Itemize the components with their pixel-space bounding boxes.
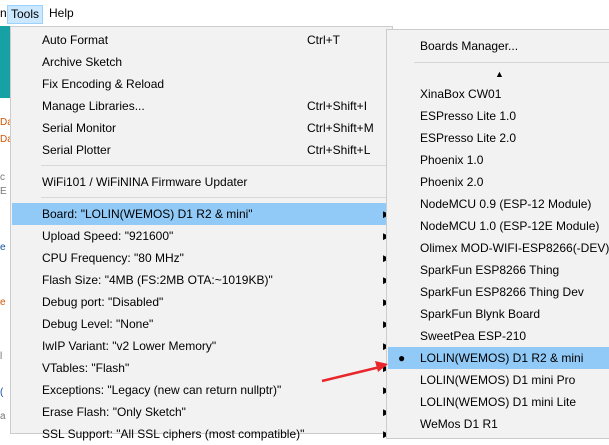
menu-item-label: CPU Frequency: "80 MHz": [42, 251, 184, 265]
menu-item-label: Upload Speed: "921600": [42, 229, 174, 243]
board-option-label: Phoenix 2.0: [420, 175, 484, 189]
board-option-label: XinaBox CW01: [420, 87, 502, 101]
menu-item-debug-level[interactable]: Debug Level: "None" ▶: [12, 313, 391, 335]
menu-item-erase-flash[interactable]: Erase Flash: "Only Sketch" ▶: [12, 401, 391, 423]
board-option-selected[interactable]: ● LOLIN(WEMOS) D1 R2 & mini: [388, 347, 609, 369]
board-option-label: LOLIN(WEMOS) D1 mini Lite: [420, 395, 577, 409]
menu-item-label: SSL Support: "All SSL ciphers (most comp…: [42, 427, 305, 441]
menu-item-iwip-variant[interactable]: IwIP Variant: "v2 Lower Memory" ▶: [12, 335, 391, 357]
board-option[interactable]: NodeMCU 0.9 (ESP-12 Module): [388, 193, 609, 215]
menu-item-archive-sketch[interactable]: Archive Sketch: [12, 51, 391, 73]
code-fragment: Da: [0, 134, 10, 145]
menu-item-label: Debug Level: "None": [42, 317, 154, 331]
menu-item-label: WiFi101 / WiFiNINA Firmware Updater: [42, 175, 248, 189]
menu-help[interactable]: Help: [46, 5, 77, 22]
menu-item-shortcut: Ctrl+T: [307, 33, 340, 47]
menu-item-label: Debug port: "Disabled": [42, 295, 164, 309]
code-fragment: a: [0, 411, 6, 422]
board-option[interactable]: XinaBox CW01: [388, 83, 609, 105]
board-option[interactable]: SparkFun ESP8266 Thing Dev: [388, 281, 609, 303]
board-option-label: WeMos D1 R1: [420, 417, 498, 431]
menu-item-label: Auto Format: [42, 33, 109, 47]
board-option-label: SparkFun Blynk Board: [420, 307, 541, 321]
menu-item-label: Serial Plotter: [42, 143, 111, 157]
menu-item-label: Fix Encoding & Reload: [42, 77, 165, 91]
menu-item-label: Archive Sketch: [42, 55, 123, 69]
board-option-label: Olimex MOD-WIFI-ESP8266(-DEV): [420, 241, 609, 255]
menu-item-manage-libraries[interactable]: Manage Libraries... Ctrl+Shift+I: [12, 95, 391, 117]
board-option[interactable]: ESPresso Lite 2.0: [388, 127, 609, 149]
code-fragment: Da: [0, 117, 10, 128]
board-option-label: LOLIN(WEMOS) D1 mini Pro: [420, 373, 576, 387]
menu-item-label: Exceptions: "Legacy (new can return null…: [42, 383, 282, 397]
menu-item-exceptions[interactable]: Exceptions: "Legacy (new can return null…: [12, 379, 391, 401]
radio-selected-icon: ●: [398, 351, 406, 365]
menu-item-board[interactable]: Board: "LOLIN(WEMOS) D1 R2 & mini" ▶: [12, 203, 391, 225]
board-option[interactable]: SweetPea ESP-210: [388, 325, 609, 347]
board-submenu: Boards Manager... ▲ XinaBox CW01 ESPress…: [386, 29, 609, 439]
menu-item-label: VTables: "Flash": [42, 361, 130, 375]
board-option-label: NodeMCU 0.9 (ESP-12 Module): [420, 197, 592, 211]
board-option-label: SparkFun ESP8266 Thing Dev: [420, 285, 584, 299]
menu-item-serial-monitor[interactable]: Serial Monitor Ctrl+Shift+M: [12, 117, 391, 139]
board-option-label: ESPresso Lite 2.0: [420, 131, 517, 145]
code-fragment: E: [0, 186, 7, 197]
menu-separator: [41, 165, 390, 166]
code-fragment: l: [0, 351, 3, 362]
menu-item-cpu-frequency[interactable]: CPU Frequency: "80 MHz" ▶: [12, 247, 391, 269]
menu-item-label: Board: "LOLIN(WEMOS) D1 R2 & mini": [42, 207, 253, 221]
menu-bar: n Tools Help: [0, 0, 392, 26]
board-option-label: ESPresso Lite 1.0: [420, 109, 517, 123]
board-option-label: LOLIN(WEMOS) D1 R2 & mini: [420, 351, 584, 365]
board-option-label: SweetPea ESP-210: [420, 329, 527, 343]
menu-item-firmware-updater[interactable]: WiFi101 / WiFiNINA Firmware Updater: [12, 171, 391, 193]
submenu-item-boards-manager[interactable]: Boards Manager...: [388, 35, 609, 57]
menu-item-label: Manage Libraries...: [42, 99, 145, 113]
board-option[interactable]: LOLIN(WEMOS) D1 mini Pro: [388, 369, 609, 391]
board-option[interactable]: Phoenix 2.0: [388, 171, 609, 193]
code-fragment: e: [0, 242, 6, 253]
board-option[interactable]: ESPresso Lite 1.0: [388, 105, 609, 127]
tools-menu: Auto Format Ctrl+T Archive Sketch Fix En…: [10, 26, 393, 441]
menu-item-flash-size[interactable]: Flash Size: "4MB (FS:2MB OTA:~1019KB)" ▶: [12, 269, 391, 291]
board-option[interactable]: Phoenix 1.0: [388, 149, 609, 171]
code-fragment: (: [0, 387, 4, 398]
editor-background: Da Da c E e e l ( a: [0, 26, 10, 434]
menu-item-fix-encoding[interactable]: Fix Encoding & Reload: [12, 73, 391, 95]
scroll-up-arrow-icon[interactable]: ▲: [495, 69, 504, 79]
menu-item-label: Serial Monitor: [42, 121, 117, 135]
menu-item-upload-speed[interactable]: Upload Speed: "921600" ▶: [12, 225, 391, 247]
menu-item-shortcut: Ctrl+Shift+M: [307, 121, 374, 135]
board-option[interactable]: SparkFun Blynk Board: [388, 303, 609, 325]
editor-toolbar: [0, 26, 10, 98]
menu-item-vtables[interactable]: VTables: "Flash" ▶: [12, 357, 391, 379]
board-option[interactable]: Olimex MOD-WIFI-ESP8266(-DEV): [388, 237, 609, 259]
menu-item-label: IwIP Variant: "v2 Lower Memory": [42, 339, 217, 353]
code-fragment: c: [0, 172, 5, 183]
menu-item-shortcut: Ctrl+Shift+I: [307, 99, 368, 113]
menu-item-label: Erase Flash: "Only Sketch": [42, 405, 186, 419]
code-fragment: e: [0, 297, 6, 308]
board-option-label: NodeMCU 1.0 (ESP-12E Module): [420, 219, 600, 233]
menu-separator: [41, 197, 390, 198]
menu-item-ssl-support[interactable]: SSL Support: "All SSL ciphers (most comp…: [12, 423, 391, 445]
board-option[interactable]: LOLIN(WEMOS) D1 mini Lite: [388, 391, 609, 413]
menu-item-serial-plotter[interactable]: Serial Plotter Ctrl+Shift+L: [12, 139, 391, 161]
menu-item-auto-format[interactable]: Auto Format Ctrl+T: [12, 29, 391, 51]
board-option[interactable]: WeMos D1 R1: [388, 413, 609, 435]
board-option[interactable]: SparkFun ESP8266 Thing: [388, 259, 609, 281]
board-option[interactable]: NodeMCU 1.0 (ESP-12E Module): [388, 215, 609, 237]
menu-item-debug-port[interactable]: Debug port: "Disabled" ▶: [12, 291, 391, 313]
submenu-item-label: Boards Manager...: [420, 39, 519, 53]
menu-item-label: Flash Size: "4MB (FS:2MB OTA:~1019KB)": [42, 273, 273, 287]
board-option-label: SparkFun ESP8266 Thing: [420, 263, 560, 277]
menu-item-shortcut: Ctrl+Shift+L: [307, 143, 371, 157]
board-option-label: Phoenix 1.0: [420, 153, 484, 167]
submenu-separator: [414, 62, 609, 63]
menu-tools[interactable]: Tools: [7, 5, 44, 24]
